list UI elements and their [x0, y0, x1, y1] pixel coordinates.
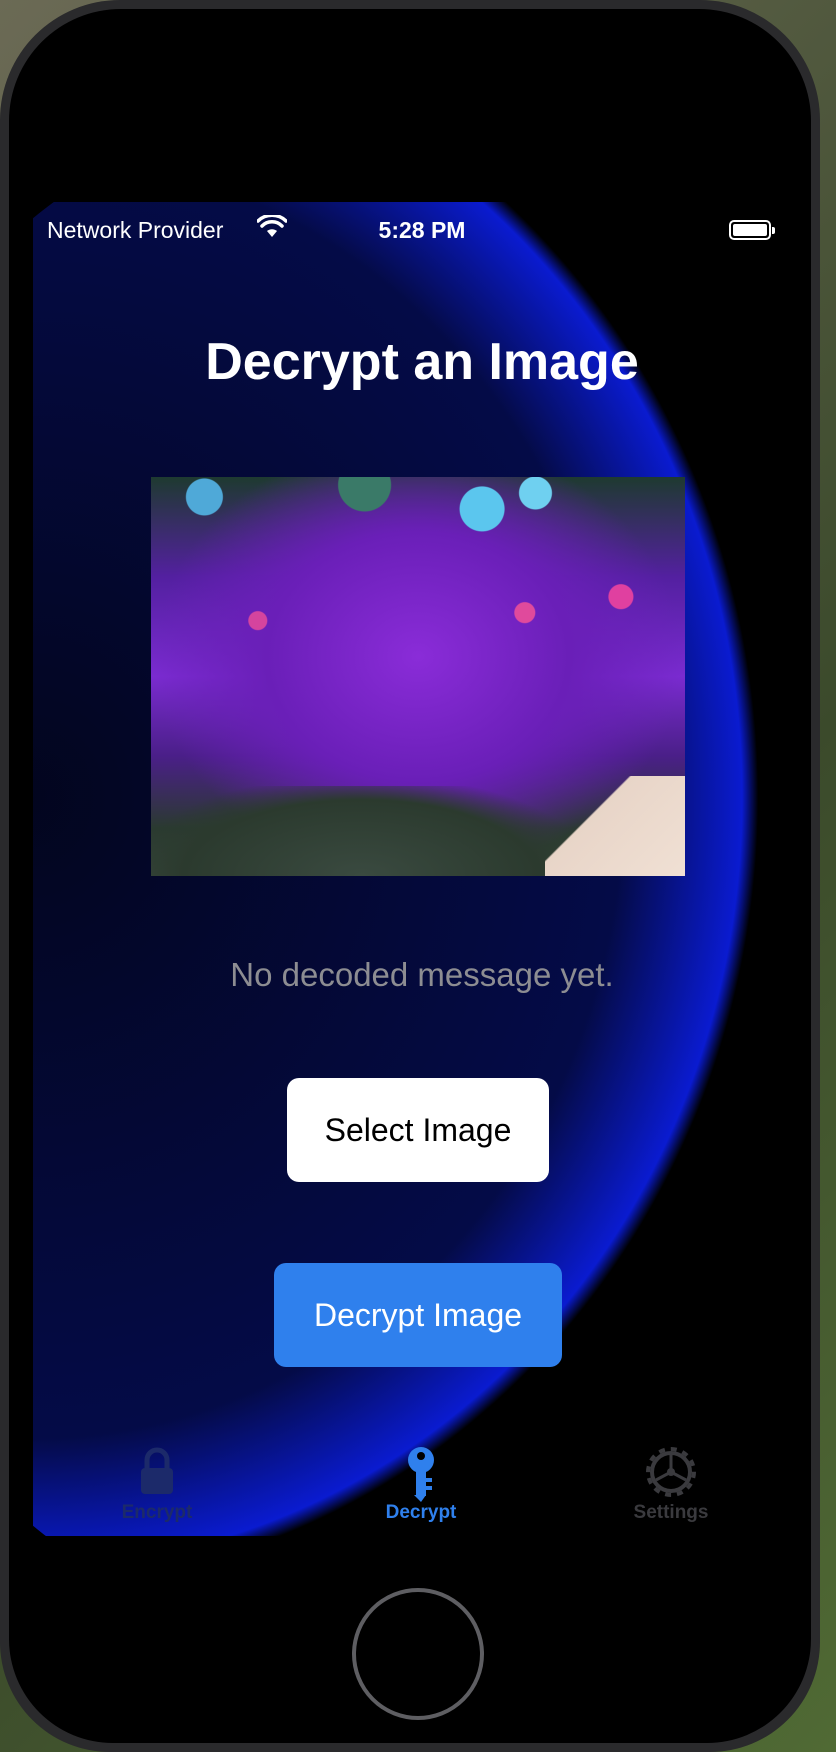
select-image-button[interactable]: Select Image — [287, 1078, 549, 1182]
page-title: Decrypt an Image — [205, 333, 639, 391]
key-icon — [331, 1446, 511, 1502]
decoded-message-text: No decoded message yet. — [230, 956, 614, 993]
phone-bezel: Network Provider 5:28 PM Decrypt an Imag… — [9, 9, 811, 1743]
battery-icon — [729, 220, 775, 240]
tab-decrypt[interactable]: Decrypt — [331, 1432, 511, 1536]
image-foliage — [151, 786, 571, 876]
tab-bar: Encrypt Decrypt Settings — [33, 1432, 811, 1536]
gear-icon — [581, 1446, 761, 1500]
image-sand — [545, 776, 685, 876]
status-bar: Network Provider 5:28 PM — [33, 202, 811, 244]
app-screen: Network Provider 5:28 PM Decrypt an Imag… — [33, 202, 811, 1536]
tab-label-settings: Settings — [633, 1502, 709, 1523]
status-time: 5:28 PM — [378, 217, 466, 243]
tab-encrypt[interactable]: Encrypt — [67, 1432, 247, 1536]
tab-label-decrypt: Decrypt — [385, 1502, 457, 1523]
selected-image-preview — [151, 477, 685, 876]
tab-label-encrypt: Encrypt — [121, 1502, 193, 1523]
phone-frame: Network Provider 5:28 PM Decrypt an Imag… — [0, 0, 820, 1752]
home-button[interactable] — [352, 1588, 484, 1720]
lock-icon — [67, 1446, 247, 1500]
tab-settings[interactable]: Settings — [581, 1432, 761, 1536]
decrypt-image-button[interactable]: Decrypt Image — [274, 1263, 562, 1367]
